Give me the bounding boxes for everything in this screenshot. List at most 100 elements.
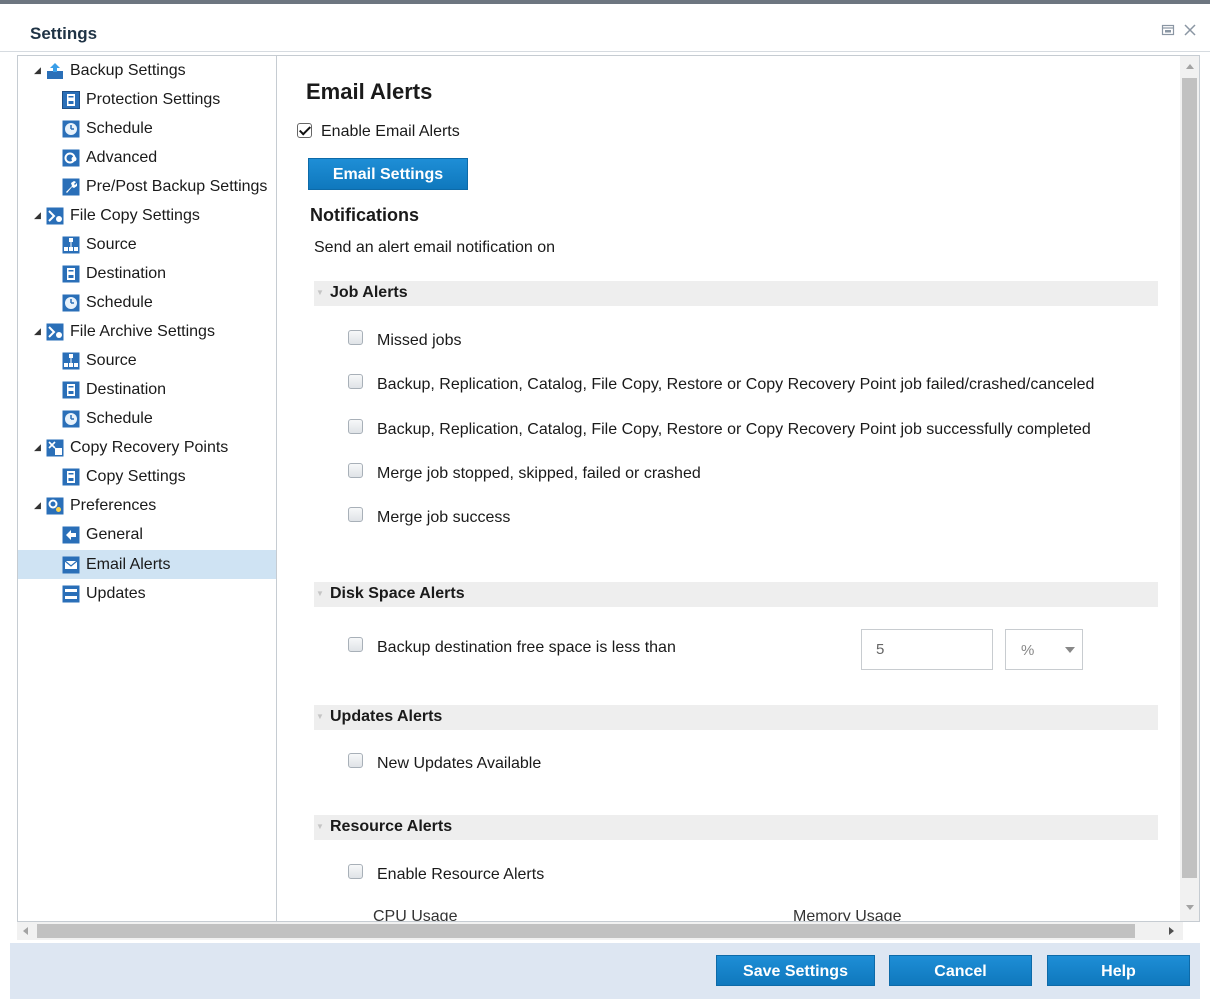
tree-item-preferences[interactable]: ◢ Preferences — [34, 491, 276, 520]
vertical-scrollbar[interactable] — [1180, 56, 1199, 921]
tree-item-label: Copy Recovery Points — [70, 438, 229, 456]
email-icon — [62, 556, 80, 574]
restore-icon[interactable] — [1160, 23, 1176, 39]
general-icon — [62, 526, 80, 544]
expanded-arrow-icon[interactable]: ◢ — [34, 500, 44, 511]
expanded-arrow-icon[interactable]: ◢ — [34, 442, 44, 453]
tree-item-label: Destination — [86, 264, 167, 282]
email-settings-button[interactable]: Email Settings — [308, 158, 468, 190]
job-completed-checkbox[interactable] — [348, 419, 363, 434]
settings-panel: ◢ Backup Settings Protection Settings Sc… — [17, 55, 1200, 922]
notifications-intro: Send an alert email notification on — [314, 239, 556, 256]
missed-jobs-checkbox[interactable] — [348, 330, 363, 345]
tree-item-backup-settings[interactable]: ◢ Backup Settings — [34, 56, 276, 85]
tree-item-copy-settings[interactable]: Copy Settings — [62, 462, 276, 491]
horizontal-scrollbar[interactable] — [17, 922, 1183, 940]
tree-item-file-archive-settings[interactable]: ◢ File Archive Settings — [34, 317, 276, 346]
new-updates-checkbox[interactable] — [348, 753, 363, 768]
job-failed-label: Backup, Replication, Catalog, File Copy,… — [377, 376, 1095, 393]
tree-item-protection-settings[interactable]: Protection Settings — [62, 85, 276, 114]
tree-item-file-copy-source[interactable]: Source — [62, 230, 276, 259]
copy-recovery-points-icon — [46, 439, 64, 457]
horizontal-scroll-thumb[interactable] — [37, 924, 1135, 938]
advanced-icon — [62, 149, 80, 167]
tree-item-label: Destination — [86, 380, 167, 398]
enable-email-alerts-label: Enable Email Alerts — [321, 123, 460, 140]
file-copy-icon — [46, 207, 64, 225]
tree-item-label: Updates — [86, 584, 146, 602]
expanded-arrow-icon[interactable]: ◢ — [34, 65, 44, 76]
destination-icon — [62, 381, 80, 399]
collapse-arrow-icon: ▼ — [316, 822, 324, 831]
disk-space-alerts-section-header[interactable]: ▼ Disk Space Alerts — [314, 582, 1158, 607]
tree-item-email-alerts[interactable]: Email Alerts — [18, 550, 276, 579]
tree-item-updates[interactable]: Updates — [62, 579, 276, 608]
chevron-down-icon — [1065, 647, 1075, 653]
job-completed-label: Backup, Replication, Catalog, File Copy,… — [377, 421, 1091, 438]
tree-item-file-archive-schedule[interactable]: Schedule — [62, 404, 276, 433]
resource-alerts-title: Resource Alerts — [330, 818, 453, 835]
preferences-icon — [46, 497, 64, 515]
merge-job-failed-checkbox[interactable] — [348, 463, 363, 478]
collapse-arrow-icon: ▼ — [316, 589, 324, 598]
job-alerts-section-header[interactable]: ▼ Job Alerts — [314, 281, 1158, 306]
destination-icon — [62, 468, 80, 486]
tree-item-label: Protection Settings — [86, 90, 221, 108]
job-alerts-title: Job Alerts — [330, 284, 408, 301]
tree-item-copy-recovery-points[interactable]: ◢ Copy Recovery Points — [34, 433, 276, 462]
tree-item-advanced[interactable]: Advanced — [62, 143, 276, 172]
tree-item-label: Copy Settings — [86, 467, 186, 485]
vertical-scroll-thumb[interactable] — [1182, 78, 1197, 878]
protection-settings-icon — [62, 90, 80, 109]
tree-item-label: Backup Settings — [70, 61, 186, 79]
tree-item-file-archive-destination[interactable]: Destination — [62, 375, 276, 404]
memory-usage-label: Memory Usage — [793, 908, 902, 921]
merge-job-success-checkbox[interactable] — [348, 507, 363, 522]
source-icon — [62, 352, 80, 370]
help-button[interactable]: Help — [1047, 955, 1190, 986]
free-space-threshold-input[interactable] — [861, 629, 993, 670]
updates-alerts-section-header[interactable]: ▼ Updates Alerts — [314, 705, 1158, 730]
merge-job-success-label: Merge job success — [377, 509, 511, 526]
expanded-arrow-icon[interactable]: ◢ — [34, 210, 44, 221]
tree-item-label: Advanced — [86, 148, 158, 166]
enable-email-alerts-checkbox[interactable] — [297, 123, 312, 138]
merge-job-failed-label: Merge job stopped, skipped, failed or cr… — [377, 465, 701, 482]
close-icon[interactable] — [1182, 23, 1198, 39]
missed-jobs-label: Missed jobs — [377, 332, 462, 349]
expanded-arrow-icon[interactable]: ◢ — [34, 326, 44, 337]
email-alerts-content: Email Alerts Enable Email Alerts Email S… — [278, 56, 1180, 921]
scroll-left-arrow-icon[interactable] — [23, 927, 28, 935]
tree-item-file-copy-settings[interactable]: ◢ File Copy Settings — [34, 201, 276, 230]
tree-item-label: Schedule — [86, 409, 153, 427]
free-space-checkbox[interactable] — [348, 637, 363, 652]
tree-item-label: Schedule — [86, 119, 153, 137]
scroll-right-arrow-icon[interactable] — [1169, 927, 1174, 935]
resource-alerts-section-header[interactable]: ▼ Resource Alerts — [314, 815, 1158, 840]
source-icon — [62, 236, 80, 254]
destination-icon — [62, 265, 80, 283]
tree-item-label: General — [86, 525, 143, 543]
save-settings-button[interactable]: Save Settings — [716, 955, 875, 986]
enable-resource-alerts-checkbox[interactable] — [348, 864, 363, 879]
collapse-arrow-icon: ▼ — [316, 712, 324, 721]
schedule-icon — [62, 120, 80, 138]
scroll-up-arrow-icon[interactable] — [1186, 64, 1194, 69]
free-space-unit-select[interactable]: % — [1005, 629, 1083, 670]
schedule-icon — [62, 410, 80, 428]
backup-settings-icon — [46, 62, 64, 80]
cancel-button[interactable]: Cancel — [889, 955, 1032, 986]
enable-resource-alerts-label: Enable Resource Alerts — [377, 866, 545, 883]
scroll-down-arrow-icon[interactable] — [1186, 905, 1194, 910]
tree-item-file-copy-schedule[interactable]: Schedule — [62, 288, 276, 317]
tree-item-general[interactable]: General — [62, 520, 276, 549]
tree-item-pre-post-backup-settings[interactable]: Pre/Post Backup Settings — [62, 172, 276, 201]
new-updates-label: New Updates Available — [377, 755, 542, 772]
notifications-heading: Notifications — [310, 205, 420, 225]
tree-item-file-copy-destination[interactable]: Destination — [62, 259, 276, 288]
tree-item-file-archive-source[interactable]: Source — [62, 346, 276, 375]
tree-item-schedule[interactable]: Schedule — [62, 114, 276, 143]
free-space-label: Backup destination free space is less th… — [377, 639, 676, 656]
tree-item-label: Pre/Post Backup Settings — [86, 177, 268, 195]
job-failed-checkbox[interactable] — [348, 374, 363, 389]
